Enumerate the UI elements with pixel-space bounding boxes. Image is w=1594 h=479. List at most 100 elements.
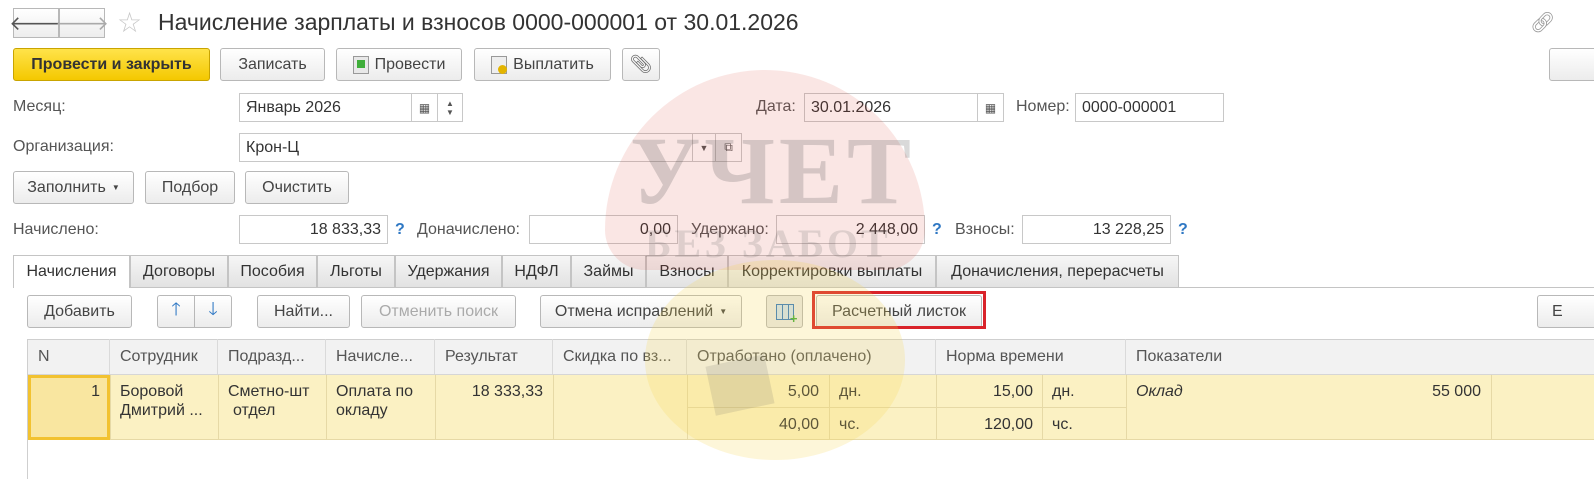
spin-up-icon: ▲ (446, 98, 454, 108)
move-up-button[interactable]: 🡑 (157, 295, 195, 328)
withheld-field: 2 448,00 (776, 215, 925, 244)
norm-hours-unit: чс. (1052, 416, 1073, 433)
watermark-title-line1: УЧЕТ (630, 117, 915, 224)
tab-accruals[interactable]: Начисления (13, 255, 130, 288)
select-button[interactable]: Подбор (145, 171, 235, 204)
row-number: 1 (91, 383, 100, 400)
favorite-star-icon[interactable]: ☆ (117, 6, 142, 39)
tabs-baseline (13, 287, 1594, 288)
forward-button[interactable]: 🡒 (55, 8, 109, 38)
pay-button[interactable]: Выплатить (474, 48, 611, 81)
tab-ndfl[interactable]: НДФЛ (502, 255, 571, 287)
chevron-down-icon: ▼ (719, 307, 728, 316)
organization-dropdown-button[interactable]: ▼ (692, 133, 716, 162)
number-field[interactable]: 0000-000001 (1075, 93, 1224, 122)
calendar-button[interactable]: ▦ (411, 93, 438, 122)
payslip-highlight-frame (812, 291, 986, 329)
organization-open-button[interactable]: ⧉ (715, 133, 742, 162)
arrow-right-icon: 🡒 (55, 12, 109, 35)
date-field[interactable]: 30.01.2026 (804, 93, 978, 122)
extra-accrued-field: 0,00 (529, 215, 678, 244)
employee-name-line1: Боровой (120, 383, 184, 400)
column-header-employee[interactable]: Сотрудник (110, 339, 218, 374)
indicator-name: Оклад (1136, 383, 1183, 400)
column-header-accrual[interactable]: Начисле... (326, 339, 435, 374)
attach-button[interactable]: 📎︎ (622, 48, 660, 81)
indicator-value: 55 000 (1432, 383, 1481, 400)
table-add-icon: + (775, 303, 798, 325)
number-label: Номер: (1016, 98, 1070, 115)
chevron-down-icon: ▼ (111, 183, 120, 192)
worked-days-unit: дн. (839, 383, 862, 400)
move-down-button[interactable]: 🡓 (194, 295, 232, 328)
find-button[interactable]: Найти... (257, 295, 350, 328)
clear-button[interactable]: Очистить (245, 171, 349, 204)
withheld-help-icon[interactable]: ? (932, 221, 942, 239)
contributions-help-icon[interactable]: ? (1178, 221, 1188, 239)
column-header-department[interactable]: Подразд... (218, 339, 326, 374)
month-label: Месяц: (13, 98, 66, 115)
department-line2: отдел (233, 402, 276, 419)
norm-hours-value: 120,00 (984, 416, 1033, 433)
extra-accrued-label: Доначислено: (417, 221, 520, 238)
more-button[interactable]: Е (1537, 295, 1594, 328)
date-calendar-button[interactable]: ▦ (977, 93, 1004, 122)
accrual-type-line1: Оплата по (336, 383, 414, 400)
column-header-discount[interactable]: Скидка по вз... (553, 339, 687, 374)
employee-name-line2: Дмитрий ... (120, 402, 203, 419)
accrued-help-icon[interactable]: ? (395, 221, 405, 239)
calendar-icon: ▦ (418, 100, 431, 115)
add-row-button[interactable]: Добавить (27, 295, 132, 328)
cancel-fixes-button[interactable]: Отмена исправлений ▼ (540, 295, 742, 328)
paperclip-icon: 📎︎ (629, 54, 653, 74)
post-and-close-button[interactable]: Провести и закрыть (13, 48, 210, 81)
worked-days-value: 5,00 (787, 383, 819, 400)
column-header-indicators[interactable]: Показатели (1126, 339, 1594, 374)
back-button[interactable]: 🡐 (9, 8, 63, 38)
link-icon[interactable]: 🔗︎ (1530, 10, 1555, 35)
post-button[interactable]: Провести (336, 48, 462, 81)
norm-days-value: 15,00 (992, 383, 1033, 400)
norm-days-unit: дн. (1052, 383, 1075, 400)
column-header-n[interactable]: N (28, 339, 110, 374)
tab-recalculations[interactable]: Доначисления, перерасчеты (936, 255, 1179, 287)
tab-contracts[interactable]: Договоры (130, 255, 228, 287)
tab-deductions[interactable]: Удержания (395, 255, 502, 287)
column-header-worked[interactable]: Отработано (оплачено) (687, 339, 936, 374)
arrow-down-icon: 🡓 (208, 298, 218, 319)
fill-button[interactable]: Заполнить ▼ (13, 171, 134, 204)
worked-hours-value: 40,00 (778, 416, 819, 433)
withheld-label: Удержано: (691, 221, 769, 238)
table-settings-button[interactable]: + (766, 295, 803, 328)
organization-field[interactable]: Крон-Ц (239, 133, 693, 162)
calendar-icon: ▦ (984, 100, 997, 115)
arrow-up-icon: 🡑 (171, 298, 181, 319)
organization-label: Организация: (13, 138, 114, 155)
accrual-type-line2: окладу (336, 402, 388, 419)
contributions-label: Взносы: (955, 221, 1015, 238)
open-window-icon: ⧉ (724, 140, 733, 154)
column-header-norm[interactable]: Норма времени (936, 339, 1126, 374)
tab-benefits[interactable]: Пособия (228, 255, 317, 287)
tab-privileges[interactable]: Льготы (317, 255, 395, 287)
post-doc-icon (352, 55, 369, 74)
save-button[interactable]: Записать (220, 48, 325, 81)
tab-contributions[interactable]: Взносы (646, 255, 728, 287)
column-header-result[interactable]: Результат (435, 339, 553, 374)
month-spin-button[interactable]: ▲ ▼ (437, 93, 463, 122)
pay-doc-icon (491, 55, 508, 74)
contributions-field: 13 228,25 (1022, 215, 1171, 244)
result-value: 18 333,33 (471, 383, 543, 400)
more-actions-button[interactable] (1549, 48, 1594, 81)
month-field[interactable]: Январь 2026 (239, 93, 412, 122)
worked-hours-unit: чс. (839, 416, 860, 433)
date-label: Дата: (756, 98, 796, 115)
tab-loans[interactable]: Займы (571, 255, 646, 287)
accrued-field: 18 833,33 (239, 215, 388, 244)
spin-down-icon: ▼ (446, 107, 454, 117)
window-title: Начисление зарплаты и взносов 0000-00000… (158, 9, 799, 35)
department-line1: Сметно-шт (228, 383, 310, 400)
tab-payment-corrections[interactable]: Корректировки выплаты (728, 255, 936, 287)
chevron-down-icon: ▼ (699, 142, 709, 153)
cancel-search-button[interactable]: Отменить поиск (361, 295, 516, 328)
